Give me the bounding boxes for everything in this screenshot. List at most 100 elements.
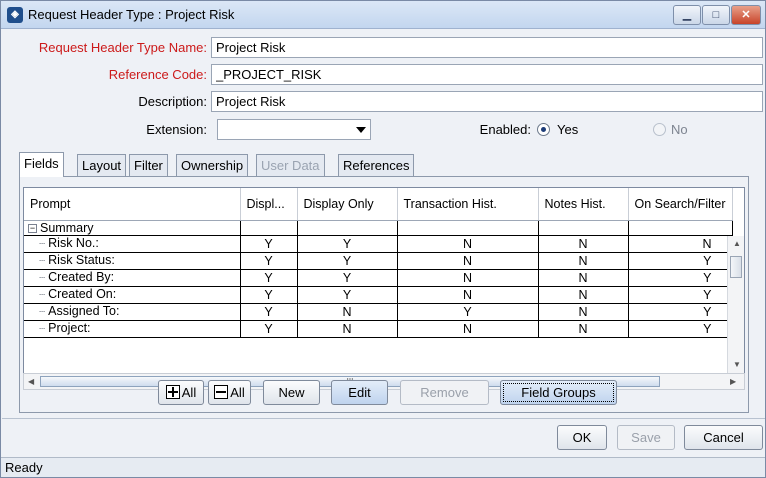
cell: N xyxy=(628,235,733,253)
cell: Y xyxy=(240,286,298,304)
collapse-all-label: All xyxy=(230,385,245,400)
description-field[interactable] xyxy=(211,91,763,112)
name-label: Request Header Type Name: xyxy=(38,40,207,55)
cell: Y xyxy=(628,303,733,321)
prompt-cell: Created On: xyxy=(48,287,117,301)
status-text: Ready xyxy=(5,460,43,475)
expand-all-button[interactable]: All xyxy=(158,380,204,405)
cell: N xyxy=(538,286,629,304)
enabled-label: Enabled: xyxy=(479,122,531,137)
enabled-yes-radio[interactable] xyxy=(537,123,550,136)
table-row[interactable]: ┄ Assigned To: Y N Y N Y xyxy=(24,303,733,321)
table-row[interactable]: ┄ Risk Status: Y Y N N Y xyxy=(24,252,733,270)
group-cell[interactable]: − Summary xyxy=(24,220,241,236)
close-button[interactable]: ✕ xyxy=(731,5,761,25)
table-row[interactable]: ┄ Created On: Y Y N N Y xyxy=(24,286,733,304)
field-groups-button[interactable]: Field Groups xyxy=(500,380,617,405)
tab-references[interactable]: References xyxy=(338,154,415,176)
prompt-cell: Assigned To: xyxy=(48,304,120,318)
cell: Y xyxy=(240,252,298,270)
cell: Y xyxy=(397,303,539,321)
cell: Y xyxy=(297,235,398,253)
expand-all-label: All xyxy=(181,385,197,400)
cell: N xyxy=(538,269,629,287)
fields-table[interactable]: Prompt Displ... Display Only Transaction… xyxy=(23,187,745,374)
cell: N xyxy=(397,269,539,287)
vertical-scroll-thumb[interactable] xyxy=(730,256,742,278)
cell: N xyxy=(397,235,539,253)
cell: Y xyxy=(240,320,298,338)
extension-select[interactable] xyxy=(217,119,371,140)
description-label: Description: xyxy=(138,94,207,109)
remove-button[interactable]: Remove xyxy=(400,380,489,405)
status-bar: Ready xyxy=(1,457,765,477)
prompt-cell: Risk Status: xyxy=(48,253,115,267)
cell: Y xyxy=(628,320,733,338)
vertical-scrollbar[interactable]: ▲ ▼ xyxy=(727,236,744,373)
tree-branch-icon: ┄ xyxy=(28,239,46,250)
fields-panel: Prompt Displ... Display Only Transaction… xyxy=(19,176,749,413)
cancel-button[interactable]: Cancel xyxy=(684,425,763,450)
column-prompt[interactable]: Prompt xyxy=(24,188,241,221)
cell: N xyxy=(297,320,398,338)
new-button[interactable]: New xyxy=(263,380,320,405)
reference-code-label: Reference Code: xyxy=(108,67,207,82)
cell: Y xyxy=(240,269,298,287)
plus-icon xyxy=(165,385,180,399)
table-group-row[interactable]: − Summary xyxy=(24,220,733,236)
cell: Y xyxy=(240,303,298,321)
cell: N xyxy=(397,252,539,270)
cell: Y xyxy=(628,286,733,304)
cell: Y xyxy=(297,286,398,304)
save-button[interactable]: Save xyxy=(617,425,675,450)
cell: N xyxy=(397,320,539,338)
tree-branch-icon: ┄ xyxy=(28,307,46,318)
divider xyxy=(2,418,765,419)
scroll-right-icon[interactable]: ▶ xyxy=(730,377,736,386)
minimize-button[interactable]: ▁ xyxy=(673,5,701,25)
app-icon: ◈ xyxy=(7,7,23,23)
cell: Y xyxy=(297,252,398,270)
prompt-cell: Project: xyxy=(48,321,91,335)
table-row[interactable]: ┄ Created By: Y Y N N Y xyxy=(24,269,733,287)
cell: Y xyxy=(628,269,733,287)
enabled-no-radio[interactable] xyxy=(653,123,666,136)
tab-ownership[interactable]: Ownership xyxy=(176,154,249,176)
cell: N xyxy=(538,252,629,270)
minus-icon xyxy=(214,385,229,399)
cell: N xyxy=(538,320,629,338)
cell: N xyxy=(538,235,629,253)
chevron-down-icon xyxy=(356,127,366,133)
tree-branch-icon: ┄ xyxy=(28,324,46,335)
collapse-all-button[interactable]: All xyxy=(208,380,251,405)
enabled-yes-label: Yes xyxy=(557,122,579,137)
collapse-icon[interactable]: − xyxy=(28,223,37,233)
tab-filter[interactable]: Filter xyxy=(129,154,168,176)
cell: N xyxy=(297,303,398,321)
cell: N xyxy=(397,286,539,304)
column-display[interactable]: Displ... xyxy=(240,188,298,221)
edit-button[interactable]: Edit xyxy=(331,380,388,405)
scroll-down-icon[interactable]: ▼ xyxy=(733,360,741,369)
maximize-button[interactable]: □ xyxy=(702,5,730,25)
column-on-search-filter[interactable]: On Search/Filter xyxy=(628,188,733,221)
extension-label: Extension: xyxy=(146,122,207,137)
table-row[interactable]: ┄ Risk No.: Y Y N N N xyxy=(24,235,733,253)
column-transaction-hist[interactable]: Transaction Hist. xyxy=(397,188,539,221)
column-notes-hist[interactable]: Notes Hist. xyxy=(538,188,629,221)
window-title: Request Header Type : Project Risk xyxy=(28,7,235,22)
cell: Y xyxy=(297,269,398,287)
tab-user-data: User Data xyxy=(256,154,325,176)
name-field[interactable] xyxy=(211,37,763,58)
title-bar[interactable]: ◈ Request Header Type : Project Risk ▁ □… xyxy=(1,1,765,29)
tab-layout[interactable]: Layout xyxy=(77,154,127,176)
reference-code-field[interactable] xyxy=(211,64,763,85)
scroll-left-icon[interactable]: ◀ xyxy=(28,377,34,386)
column-display-only[interactable]: Display Only xyxy=(297,188,398,221)
ok-button[interactable]: OK xyxy=(557,425,607,450)
table-row[interactable]: ┄ Project: Y N N N Y xyxy=(24,320,733,338)
tab-fields[interactable]: Fields xyxy=(19,152,64,177)
scroll-up-icon[interactable]: ▲ xyxy=(733,239,741,248)
cell: Y xyxy=(240,235,298,253)
table-header-row: Prompt Displ... Display Only Transaction… xyxy=(24,188,733,221)
